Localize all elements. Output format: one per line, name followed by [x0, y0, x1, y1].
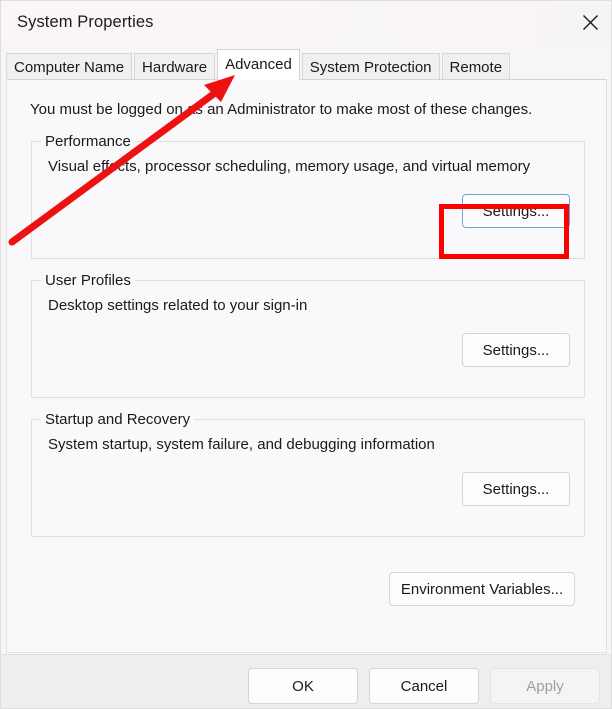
tab-computer-name[interactable]: Computer Name	[6, 53, 133, 80]
group-performance: Performance Visual effects, processor sc…	[31, 133, 585, 259]
tab-hardware[interactable]: Hardware	[134, 53, 216, 80]
system-properties-dialog: System Properties Computer Name Hardware…	[0, 0, 612, 709]
tab-list: Computer Name Hardware Advanced System P…	[6, 48, 512, 80]
startup-recovery-settings-button[interactable]: Settings...	[462, 472, 570, 506]
close-icon[interactable]	[567, 1, 611, 44]
cancel-button[interactable]: Cancel	[369, 668, 479, 704]
user-profiles-settings-button[interactable]: Settings...	[462, 333, 570, 367]
group-user-profiles: User Profiles Desktop settings related t…	[31, 272, 585, 398]
group-user-profiles-description: Desktop settings related to your sign-in	[48, 297, 308, 314]
title-bar: System Properties	[1, 1, 611, 44]
ok-button[interactable]: OK	[248, 668, 358, 704]
administrator-note: You must be logged on as an Administrato…	[30, 101, 533, 118]
dialog-footer: OK Cancel Apply	[1, 654, 611, 708]
tab-advanced[interactable]: Advanced	[217, 49, 300, 80]
group-performance-description: Visual effects, processor scheduling, me…	[48, 158, 531, 175]
tab-strip: Computer Name Hardware Advanced System P…	[1, 44, 611, 80]
tab-page-advanced: You must be logged on as an Administrato…	[6, 79, 607, 653]
group-startup-recovery-legend: Startup and Recovery	[41, 411, 195, 428]
performance-settings-button[interactable]: Settings...	[462, 194, 570, 228]
tab-remote[interactable]: Remote	[441, 53, 511, 80]
tab-system-protection[interactable]: System Protection	[301, 53, 440, 80]
group-startup-recovery: Startup and Recovery System startup, sys…	[31, 411, 585, 537]
environment-variables-button[interactable]: Environment Variables...	[389, 572, 575, 606]
window-title: System Properties	[17, 13, 154, 31]
apply-button: Apply	[490, 668, 600, 704]
group-performance-legend: Performance	[41, 133, 135, 150]
group-startup-recovery-description: System startup, system failure, and debu…	[48, 436, 435, 453]
group-user-profiles-legend: User Profiles	[41, 272, 135, 289]
